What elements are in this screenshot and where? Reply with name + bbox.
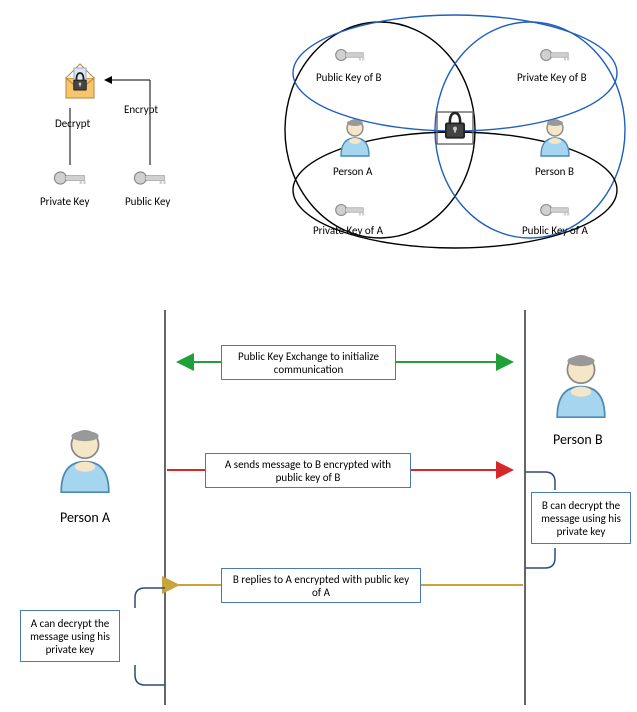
- venn-private-key-b: Private Key of B: [517, 72, 587, 85]
- venn-public-key-a: Public Key of A: [522, 225, 588, 238]
- encrypt-label: Encrypt: [124, 104, 158, 117]
- venn-person-a: Person A: [333, 166, 372, 179]
- venn-person-b: Person B: [535, 166, 574, 179]
- decrypt-label: Decrypt: [55, 118, 90, 131]
- seq-step3-note: A can decrypt the message using his priv…: [20, 610, 120, 662]
- seq-person-a: Person A: [60, 510, 110, 526]
- venn-diagram: [285, 15, 625, 248]
- venn-private-key-a: Private Key of A: [313, 225, 383, 238]
- private-key-label: Private Key: [40, 196, 89, 209]
- seq-step2: A sends message to B encrypted with publ…: [205, 453, 411, 488]
- seq-step3: B replies to A encrypted with public key…: [221, 568, 421, 603]
- venn-public-key-b: Public Key of B: [316, 72, 381, 85]
- seq-step2-note: B can decrypt the message using his priv…: [531, 492, 631, 544]
- seq-step1: Public Key Exchange to initialize commun…: [221, 345, 396, 380]
- seq-person-b: Person B: [553, 432, 603, 448]
- public-key-label: Public Key: [125, 196, 170, 209]
